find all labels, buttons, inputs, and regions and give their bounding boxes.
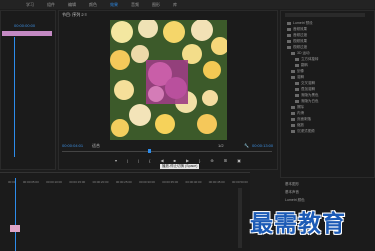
effects-item[interactable]: 叠加溶解 (295, 87, 315, 92)
effects-item[interactable]: 页面剥落 (291, 117, 311, 122)
watermark-text: 最需教育 (250, 210, 346, 236)
program-timecode-duration: 00:00:13:00 (252, 143, 274, 148)
quality-dropdown[interactable]: 1/2 (218, 143, 224, 148)
tab-audio[interactable]: 音频 (131, 2, 139, 8)
transport-controls: ▾ | | { ◀ ■ ▶ } ⊕ ⊞ ▣ (115, 158, 241, 163)
ruler-tick: 00:00:05:00 (22, 180, 39, 184)
program-monitor-title: 节目: 序列 2 ≡ (62, 12, 88, 17)
ruler-tick: 00:00:45:00 (208, 180, 225, 184)
ruler-tick: 00:00:15:00 (69, 180, 86, 184)
sequence-clip-bar[interactable] (2, 31, 52, 36)
timeline-ruler[interactable]: 00:00 00:00:05:00 00:00:10:00 00:00:15:0… (8, 180, 248, 186)
play-icon[interactable]: ◀ (160, 158, 163, 163)
overwrite-icon[interactable]: ⊞ (224, 158, 227, 163)
program-playhead[interactable] (148, 149, 151, 153)
effects-item[interactable]: 沉浸式视频 (291, 129, 315, 134)
effects-item[interactable]: 视频过渡 (287, 45, 307, 50)
effects-item[interactable]: 划像 (291, 69, 304, 74)
sequence-timecode: 00:00:00:00 (14, 23, 36, 28)
export-frame-icon[interactable]: ▣ (237, 158, 241, 163)
go-to-out-icon[interactable]: } (199, 158, 200, 163)
stop-icon[interactable]: ■ (174, 158, 176, 163)
effects-item[interactable]: 翻转 (295, 63, 308, 68)
effects-item[interactable]: 立方体旋转 (295, 57, 319, 62)
mark-in-icon[interactable]: ▾ (115, 158, 117, 163)
source-playhead[interactable] (14, 37, 15, 157)
effects-item[interactable]: 3D 运动 (291, 51, 309, 56)
tab-editing[interactable]: 编辑 (68, 2, 76, 8)
tab-color[interactable]: 颜色 (89, 2, 97, 8)
tab-learn[interactable]: 学习 (26, 2, 34, 8)
tab-assembly[interactable]: 组件 (47, 2, 55, 8)
effects-item[interactable]: 内滑 (291, 111, 304, 116)
ruler-tick: 00:00:40:00 (185, 180, 202, 184)
tab-graphics[interactable]: 图形 (152, 2, 160, 8)
effects-item[interactable]: 擦除 (291, 105, 304, 110)
essential-graphics-link[interactable]: 基本图形 (285, 182, 299, 187)
wrench-icon[interactable]: 🔧 (244, 143, 249, 148)
ruler-tick: 00:00:10:00 (46, 180, 62, 184)
essential-sound-link[interactable]: 基本声音 (285, 190, 299, 195)
ruler-tick: 00:00:30:00 (139, 180, 155, 184)
effects-item[interactable]: 音频效果 (287, 27, 307, 32)
ruler-tick: 00:00:20:00 (92, 180, 109, 184)
go-to-in-icon[interactable]: | (138, 158, 139, 163)
program-scrub-bar[interactable] (62, 151, 272, 152)
roses-image (110, 20, 227, 140)
effects-item[interactable]: 渐隐为白色 (295, 99, 319, 104)
video-frame (110, 20, 227, 140)
step-back-icon[interactable]: { (149, 158, 150, 163)
fit-dropdown[interactable]: 适合 (92, 143, 100, 149)
play-tooltip: 播放-停止切换 (Space) (160, 164, 200, 169)
timeline-clip[interactable] (10, 225, 20, 232)
ruler-tick: 00:00:50:00 (232, 180, 248, 184)
step-forward-icon[interactable]: ▶ (186, 158, 189, 163)
mark-out-icon[interactable]: | (127, 158, 128, 163)
lumetri-color-link[interactable]: Lumetri 颜色 (285, 198, 305, 203)
effects-item[interactable]: 音频过渡 (287, 33, 307, 38)
timeline-scrollbar[interactable] (238, 188, 242, 248)
effects-item[interactable]: 视频效果 (287, 39, 307, 44)
effects-item[interactable]: 交叉溶解 (295, 81, 315, 86)
tab-effects[interactable]: 效果 (110, 2, 118, 8)
tab-libraries[interactable]: 库 (173, 2, 177, 8)
program-timecode-current: 00:00:04:01 (62, 143, 84, 148)
effects-item[interactable]: 溶解 (291, 75, 304, 80)
effects-item[interactable]: 缩放 (291, 123, 304, 128)
timeline-playhead[interactable] (15, 178, 16, 251)
workspace-tabs: 学习 组件 编辑 颜色 效果 音频 图形 库 (0, 0, 375, 9)
effects-search-input[interactable] (285, 13, 365, 17)
ruler-tick: 00:00:25:00 (115, 180, 132, 184)
ruler-tick: 00:00:35:00 (162, 180, 179, 184)
effects-item[interactable]: 渐隐为黑色 (295, 93, 319, 98)
insert-icon[interactable]: ⊕ (210, 158, 213, 163)
effects-item[interactable]: Lumetri 预设 (287, 21, 313, 26)
